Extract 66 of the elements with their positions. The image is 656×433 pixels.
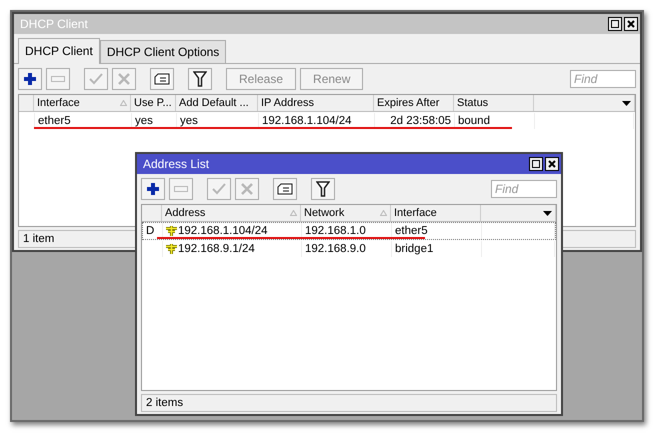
table-cell: bound xyxy=(458,115,490,127)
sort-icon xyxy=(120,100,127,106)
table-cell: 192.168.1.104/24 xyxy=(262,115,352,127)
table-row[interactable]: D 192.168.1.104/24 192.168.1.0 ether5 xyxy=(142,222,556,240)
address-icon xyxy=(166,244,177,254)
plus-icon xyxy=(147,183,159,195)
dropdown-icon[interactable] xyxy=(622,100,631,106)
table-cell: ether5 xyxy=(395,225,428,237)
note-icon xyxy=(277,183,293,195)
toolbar-button[interactable] xyxy=(273,178,297,200)
plus-icon xyxy=(24,73,36,85)
close-button[interactable] xyxy=(624,17,638,31)
dropdown-icon[interactable] xyxy=(543,210,552,216)
column-header[interactable]: Status xyxy=(454,95,534,111)
column-header[interactable]: Use P... xyxy=(131,95,176,111)
table-cell: 192.168.1.0 xyxy=(305,225,366,237)
toolbar-button[interactable] xyxy=(141,178,165,200)
address-icon xyxy=(166,226,177,236)
toolbar-button[interactable] xyxy=(150,68,174,90)
toolbar-button[interactable] xyxy=(311,178,335,200)
find-field[interactable]: Find xyxy=(491,180,557,198)
table-cell: bridge1 xyxy=(395,243,434,255)
table-cell: yes xyxy=(180,115,198,127)
table-cell: 192.168.1.104/24 xyxy=(178,225,268,237)
filter-icon xyxy=(316,181,330,197)
maximize-button[interactable] xyxy=(529,157,543,171)
table-cell: 192.168.9.0 xyxy=(305,243,366,255)
check-icon xyxy=(212,183,226,195)
filter-icon xyxy=(193,71,207,87)
column-header[interactable]: Address xyxy=(162,205,301,221)
toolbar-button[interactable] xyxy=(18,68,42,90)
tab[interactable]: DHCP Client Options xyxy=(100,40,226,63)
table-cell: 2d 23:58:05 xyxy=(390,115,451,127)
table-cell: 192.168.9.1/24 xyxy=(178,243,255,255)
minus-icon xyxy=(174,186,188,192)
tab[interactable]: DHCP Client xyxy=(18,38,100,64)
column-header[interactable]: IP Address xyxy=(258,95,374,111)
sort-icon xyxy=(380,210,387,216)
maximize-icon xyxy=(532,160,540,168)
close-button[interactable] xyxy=(545,157,559,171)
sort-icon xyxy=(290,210,297,216)
table-cell: ether5 xyxy=(38,115,71,127)
column-header[interactable]: Add Default ... xyxy=(176,95,258,111)
cross-icon xyxy=(241,183,253,195)
close-icon xyxy=(548,160,556,168)
status-text: 2 items xyxy=(146,397,184,409)
note-icon xyxy=(154,73,170,85)
flag-cell: D xyxy=(146,225,154,237)
cross-icon xyxy=(118,73,130,85)
window-title: Address List xyxy=(143,157,210,171)
toolbar-button[interactable] xyxy=(188,68,212,90)
maximize-button[interactable] xyxy=(608,17,622,31)
column-header[interactable]: Interface xyxy=(391,205,481,221)
minus-icon xyxy=(51,76,65,82)
table-row[interactable]: 192.168.9.1/24 192.168.9.0 bridge1 xyxy=(142,240,556,258)
maximize-icon xyxy=(611,20,619,28)
column-header[interactable]: Expires After xyxy=(374,95,454,111)
column-header[interactable]: Network xyxy=(301,205,391,221)
table-cell: yes xyxy=(135,115,153,127)
status-text: 1 item xyxy=(23,233,54,245)
window-title: DHCP Client xyxy=(20,17,89,31)
check-icon xyxy=(89,73,103,85)
close-icon xyxy=(627,20,635,28)
table-row[interactable]: ether5 yes yes 192.168.1.104/24 2d 23:58:05 bound xyxy=(19,112,635,130)
column-header[interactable]: Interface xyxy=(34,95,131,111)
find-field[interactable]: Find xyxy=(570,70,636,88)
